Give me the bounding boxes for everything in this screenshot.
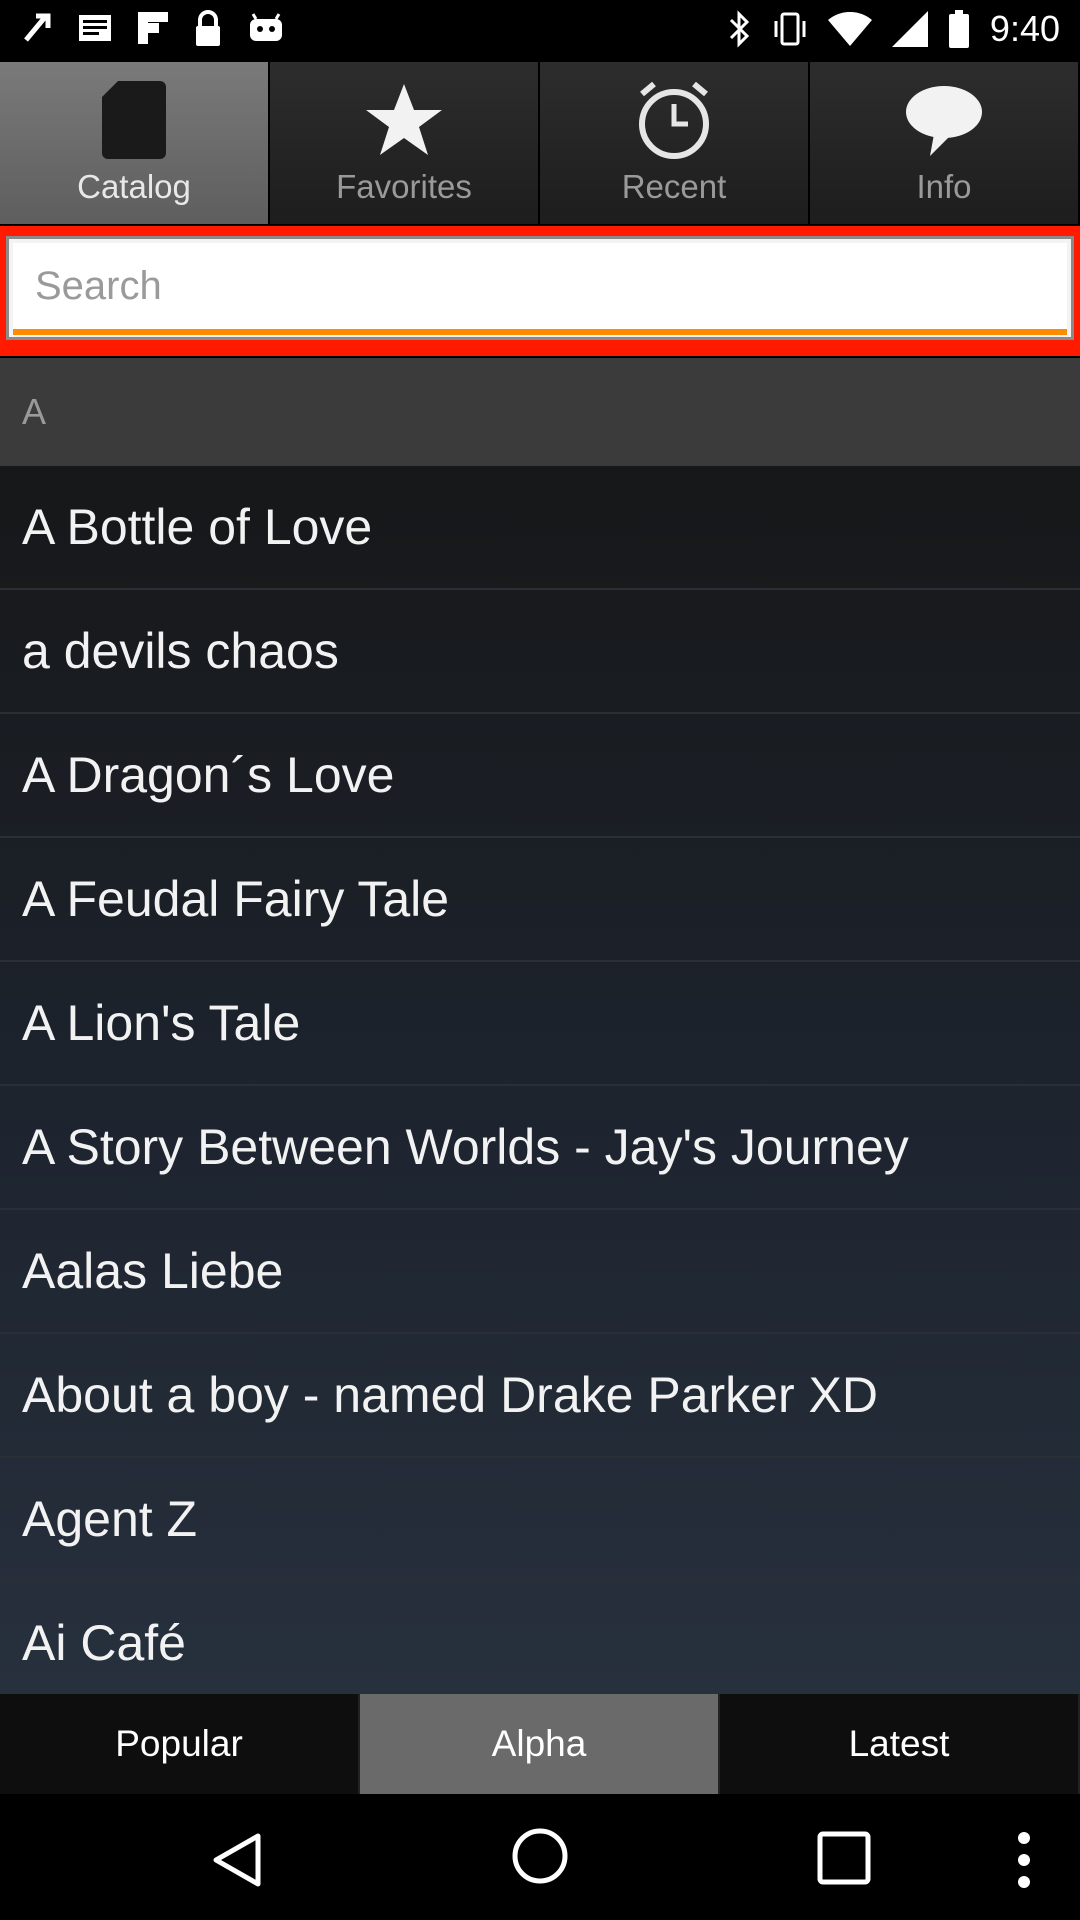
vibrate-icon (772, 11, 808, 47)
clock-icon (636, 76, 712, 164)
wifi-icon (827, 12, 872, 46)
status-bar: 9:40 (0, 0, 1080, 62)
chat-bubble-icon (904, 76, 984, 164)
bluetooth-icon (728, 10, 752, 48)
tab-catalog[interactable]: Catalog (0, 62, 270, 224)
battery-icon (948, 10, 970, 48)
list-item[interactable]: About a boy - named Drake Parker XD (0, 1334, 1080, 1458)
back-icon[interactable] (208, 1830, 268, 1895)
signal-icon (891, 11, 928, 47)
mail-icon (78, 14, 112, 42)
lock-icon (194, 10, 222, 46)
star-icon (364, 76, 444, 164)
tab-latest[interactable]: Latest (720, 1694, 1080, 1794)
list-item[interactable]: Ai Café (0, 1582, 1080, 1694)
home-icon[interactable] (510, 1826, 570, 1891)
catalog-list[interactable]: A A Bottle of Love a devils chaos A Drag… (0, 358, 1080, 1694)
flipboard-icon (138, 12, 168, 44)
clock-time: 9:40 (989, 8, 1060, 49)
list-item[interactable]: A Feudal Fairy Tale (0, 838, 1080, 962)
search-container (0, 226, 1080, 356)
tab-info-label: Info (916, 168, 972, 205)
tab-recent-label: Recent (621, 168, 727, 205)
list-item[interactable]: Aalas Liebe (0, 1210, 1080, 1334)
tab-recent[interactable]: Recent (540, 62, 810, 224)
notification-icon (22, 10, 52, 46)
section-header: A (0, 358, 1080, 466)
list-item[interactable]: A Story Between Worlds - Jay's Journey (0, 1086, 1080, 1210)
search-field[interactable] (13, 243, 1067, 335)
navigation-bar (0, 1794, 1080, 1920)
screen: 9:40 Catalog Favorites Recent Info Searc… (0, 0, 1080, 1920)
list-item[interactable]: Agent Z (0, 1458, 1080, 1582)
search-box (6, 236, 1074, 340)
list-item[interactable]: A Lion's Tale (0, 962, 1080, 1086)
overflow-menu-icon[interactable] (1014, 1830, 1034, 1895)
tab-favorites-label: Favorites (336, 168, 472, 205)
phone-icon (100, 76, 168, 164)
recents-icon[interactable] (816, 1830, 872, 1891)
tab-info[interactable]: Info (810, 62, 1080, 224)
list-item[interactable]: A Bottle of Love (0, 466, 1080, 590)
tab-favorites[interactable]: Favorites (270, 62, 540, 224)
tab-catalog-label: Catalog (77, 168, 191, 205)
tab-popular[interactable]: Popular (0, 1694, 360, 1794)
search-input[interactable] (35, 263, 1067, 309)
android-icon (248, 13, 284, 43)
bottom-tab-bar: Popular Alpha Latest (0, 1694, 1080, 1794)
list-item[interactable]: a devils chaos (0, 590, 1080, 714)
top-tab-bar: Catalog Favorites Recent Info (0, 62, 1080, 224)
tab-alpha[interactable]: Alpha (360, 1694, 720, 1794)
list-item[interactable]: A Dragon´s Love (0, 714, 1080, 838)
